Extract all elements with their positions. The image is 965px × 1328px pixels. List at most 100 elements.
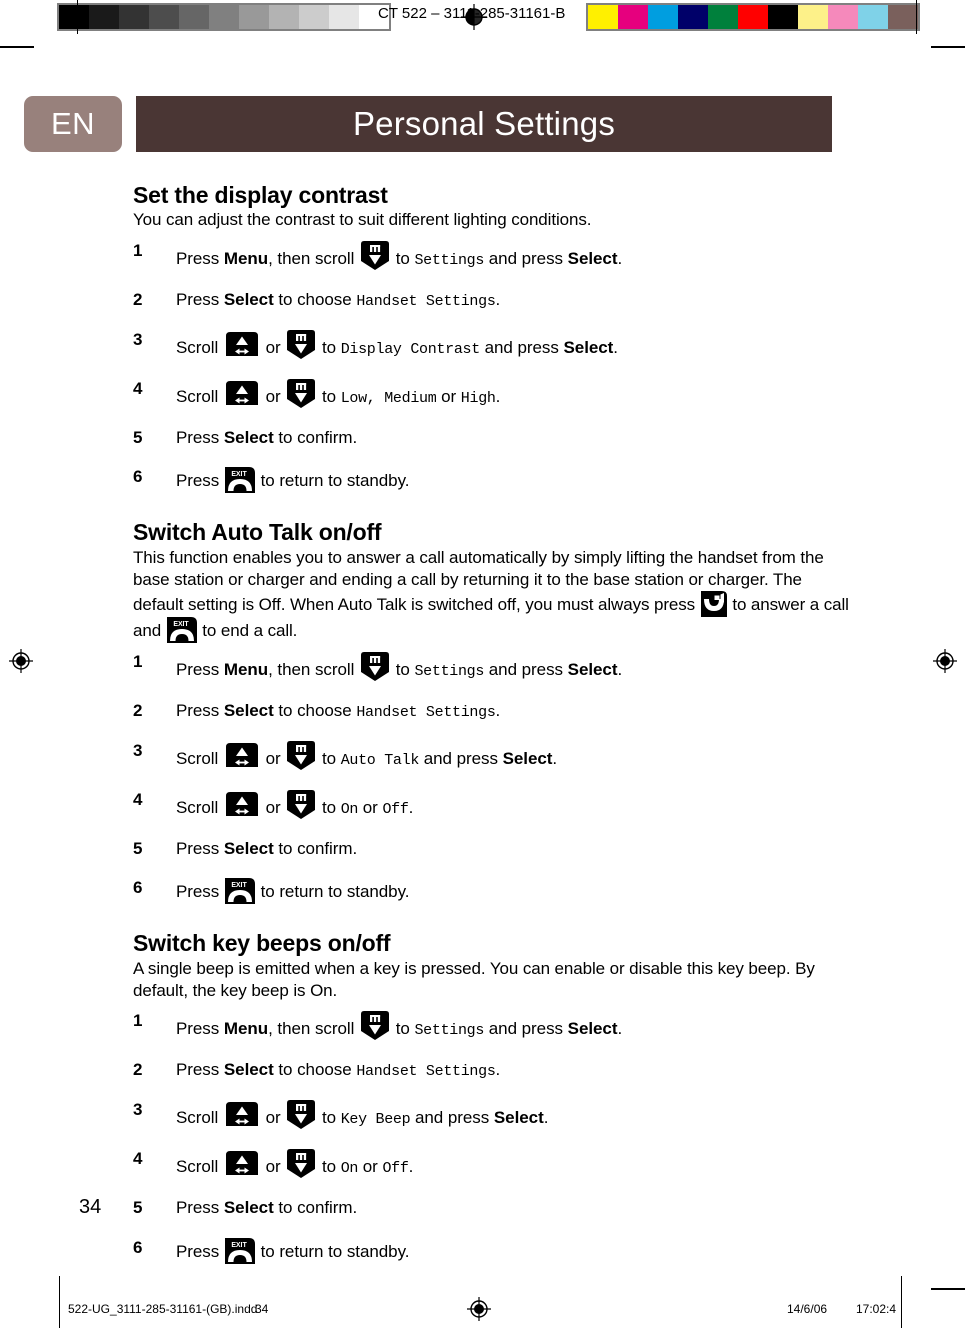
color-swatch: [299, 5, 329, 29]
softkey-label: Select: [223, 1060, 274, 1080]
step-text: to: [317, 798, 341, 818]
step-text: .: [408, 798, 414, 818]
scroll-down-key-icon: [286, 790, 316, 820]
step-text: Press: [176, 1019, 224, 1039]
footer-page-number: 34: [255, 1302, 269, 1316]
softkey-label: Menu: [223, 248, 269, 268]
scroll-up-key-icon: [224, 1151, 260, 1179]
scroll-down-key-icon: [286, 1149, 316, 1179]
step-item: 1 Press Menu, then scroll to Settings and…: [133, 240, 853, 271]
menu-item-label: High: [460, 389, 496, 407]
section-heading: Set the display contrast: [133, 182, 388, 208]
talk-answer-key-icon: [700, 591, 727, 618]
step-text: to: [391, 1019, 415, 1039]
step-number: 3: [133, 1100, 143, 1120]
svg-text:EXIT: EXIT: [173, 621, 189, 628]
step-number: 6: [133, 878, 143, 898]
step-text: Scroll: [176, 798, 223, 818]
step-item: 1 Press Menu, then scroll to Settings and…: [133, 1011, 853, 1041]
step-item: 6 Press EXIT to return to standby.: [133, 878, 853, 905]
menu-item-label: Settings: [414, 663, 485, 681]
step-text: and press: [484, 248, 568, 268]
step-text: or: [260, 337, 286, 357]
scroll-down-key-icon: [286, 329, 316, 360]
footer-time: 17:02:4: [856, 1302, 897, 1316]
section-heading: Switch Auto Talk on/off: [133, 519, 382, 546]
step-text: Press: [176, 248, 224, 268]
menu-item-label: Off: [382, 801, 409, 819]
step-text: Press: [176, 882, 224, 902]
footer-date: 14/6/06: [787, 1302, 828, 1316]
step-item: 6 Press EXIT to return to standby.: [133, 467, 853, 494]
step-text: .: [543, 1108, 549, 1128]
step-number: 1: [133, 1011, 143, 1031]
step-text: or: [260, 798, 286, 818]
exit-hangup-key-icon: EXIT: [224, 1237, 255, 1264]
menu-item-label: Settings: [414, 251, 485, 269]
step-text: to choose: [273, 289, 357, 309]
scroll-up-key-icon: [224, 331, 260, 360]
softkey-label: Select: [493, 1108, 544, 1128]
exit-hangup-key-icon: EXIT: [224, 878, 255, 905]
color-swatch: [828, 5, 858, 29]
color-swatch: [678, 5, 708, 29]
color-swatch: [209, 5, 239, 29]
step-text: Scroll: [176, 386, 223, 406]
step-item: 6 Press EXIT to return to standby.: [133, 1237, 853, 1264]
scroll-down-key-icon: [286, 741, 316, 771]
section-intro-text: A single beep is emitted when a key is p…: [133, 958, 815, 1001]
step-item: 2 Press Select to choose Handset Settings…: [133, 701, 853, 722]
step-text: Press: [176, 427, 224, 447]
step-text: to confirm.: [273, 427, 358, 447]
step-item: 4 Scroll or to Low, Medium or High.: [133, 378, 853, 409]
menu-item-label: Off: [382, 1160, 409, 1178]
crop-dash-top-right: [931, 46, 965, 48]
softkey-label: Select: [223, 289, 274, 309]
step-item: 5 Press Select to confirm.: [133, 1198, 853, 1218]
section-intro-text: This function enables you to answer a ca…: [133, 547, 853, 644]
registration-mark-footer: [466, 1296, 492, 1322]
step-text: Scroll: [176, 337, 223, 357]
step-list: 1 Press Menu, then scroll to Settings and…: [133, 240, 853, 494]
color-swatch: [149, 5, 179, 29]
step-number: 5: [133, 839, 143, 859]
softkey-label: Select: [502, 749, 553, 769]
softkey-label: Select: [563, 337, 614, 357]
color-swatch: [738, 5, 768, 29]
menu-item-label: On: [340, 801, 359, 819]
step-text: to choose: [273, 1060, 357, 1080]
step-text: .: [495, 701, 501, 721]
step-text: .: [495, 386, 501, 406]
step-number: 4: [133, 1149, 143, 1169]
step-text: .: [617, 660, 623, 680]
color-swatch: [59, 5, 89, 29]
strip-rule-left: [77, 0, 78, 34]
softkey-label: Menu: [223, 660, 269, 680]
exit-hangup-key-icon: EXIT: [166, 617, 197, 644]
color-swatch: [179, 5, 209, 29]
step-text: Scroll: [176, 749, 223, 769]
step-number: 2: [133, 701, 143, 721]
step-list: 1 Press Menu, then scroll to Settings and…: [133, 1011, 853, 1264]
step-item: 5 Press Select to confirm.: [133, 428, 853, 448]
crop-dash-bottom-right: [931, 1288, 965, 1290]
registration-mark-right: [932, 648, 958, 674]
footer-rule-right: [901, 1276, 902, 1328]
step-number: 6: [133, 1237, 143, 1257]
registration-mark-left: [8, 648, 34, 674]
color-swatch: [858, 5, 888, 29]
color-swatch: [89, 5, 119, 29]
step-text: to: [317, 386, 341, 406]
step-text: or: [436, 386, 461, 406]
strip-rule-right: [916, 0, 917, 34]
color-swatch: [618, 5, 648, 29]
step-text: and press: [410, 1108, 494, 1128]
crop-dash-top-left: [0, 46, 34, 48]
step-text: and press: [479, 337, 564, 357]
menu-item-label: Handset Settings: [356, 292, 496, 310]
scroll-up-key-icon: [224, 380, 260, 409]
step-text: to: [391, 248, 415, 268]
instruction-section: Switch key beeps on/off A single beep is …: [133, 930, 853, 1264]
scroll-up-key-icon: [224, 792, 260, 820]
color-swatch: [269, 5, 299, 29]
